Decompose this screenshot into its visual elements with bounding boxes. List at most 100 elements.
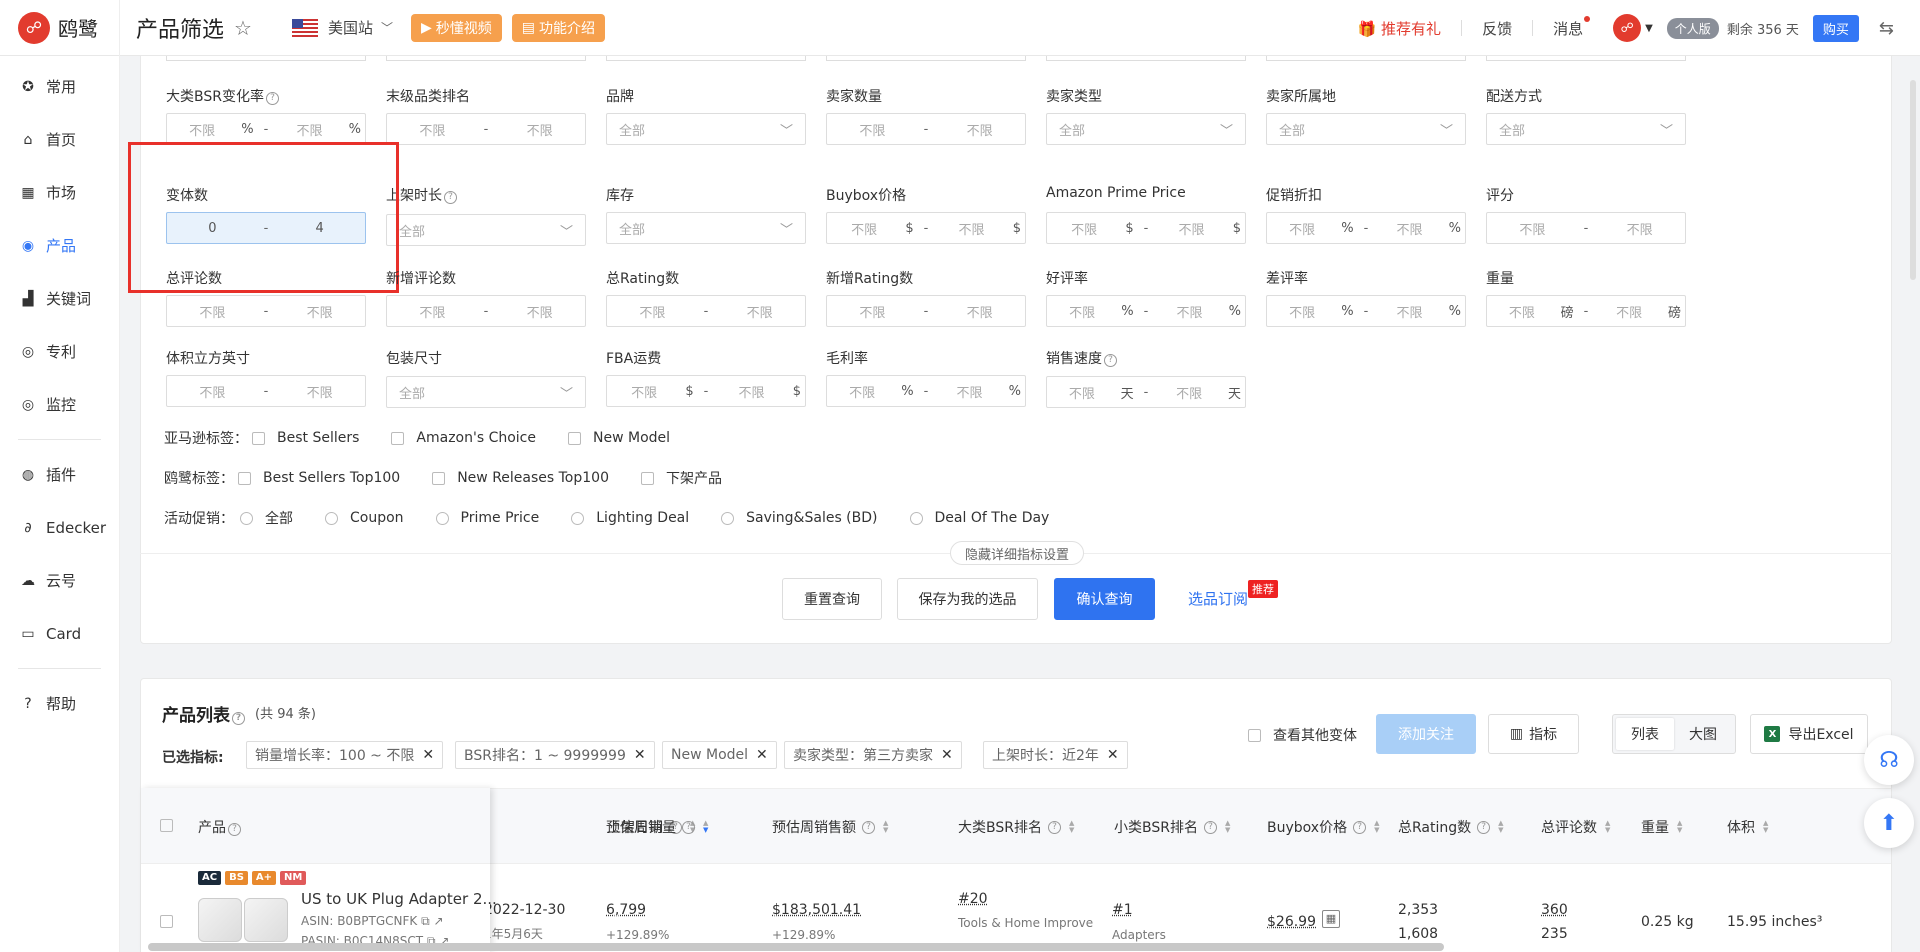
column-weekly-revenue[interactable]: 预估周销售额? ▲ ▼ [772,817,888,837]
cell-bsr-sub[interactable]: #1 [1112,902,1133,918]
sidebar-item-help[interactable]: ? 帮助 [0,677,119,730]
column-buybox[interactable]: Buybox价格? ▲ ▼ [1267,817,1379,837]
vertical-scrollbar[interactable] [1910,80,1916,280]
feature-intro-button[interactable]: ▤ 功能介绍 [511,13,605,42]
sidebar-item-home[interactable]: ⌂ 首页 [0,113,119,166]
column-weight[interactable]: 重量 ▲ ▼ [1641,817,1682,837]
close-icon[interactable]: ✕ [941,747,953,763]
cell-weekly-revenue[interactable]: $183,501.41 [772,902,861,918]
promo-lighting-deal[interactable]: Lighting Deal [571,510,689,526]
column-bsr-sub[interactable]: 小类BSR排名? ▲ ▼ [1114,817,1230,837]
total-ratings-range[interactable]: 不限 - 不限 [606,295,806,327]
chevron-down-icon[interactable]: ﹀ [381,19,393,36]
hide-detail-toggle[interactable]: 隐藏详细指标设置 [950,541,1085,565]
close-icon[interactable]: ✕ [634,747,646,763]
switch-icon[interactable]: ⇆ [1879,18,1894,39]
favorite-star-icon[interactable]: ☆ [234,16,252,40]
reset-button[interactable]: 重置查询 [782,578,882,620]
bad-rate-range[interactable]: 不限% - 不限% [1266,295,1466,327]
rating-range[interactable]: 不限 - 不限 [1486,212,1686,244]
cell-bsr-main[interactable]: #20 [958,891,988,907]
sidebar-item-edecker[interactable]: ∂ Edecker [0,501,119,554]
promo-all[interactable]: 全部 [240,508,293,528]
selected-tag[interactable]: 上架时长：近2年 ✕ [983,741,1128,769]
new-reviews-range[interactable]: 不限 - 不限 [386,295,586,327]
listing-age-select[interactable]: 全部 ﹀ [386,214,586,246]
total-reviews-range[interactable]: 不限 - 不限 [166,295,366,327]
bsr-change-range[interactable]: 不限% - 不限% [166,113,366,145]
video-button[interactable]: ▶ 秒懂视频 [410,13,502,42]
horizontal-scrollbar[interactable] [148,943,1444,951]
sidebar-item-product[interactable]: ◉ 产品 [0,219,119,272]
calculator-icon[interactable]: ▦ [1322,910,1340,928]
tag-best-sellers[interactable]: Best Sellers [252,430,359,446]
add-follow-button[interactable]: 添加关注 [1376,714,1476,754]
feedback-link[interactable]: 反馈 [1482,18,1512,39]
subscribe-link[interactable]: 选品订阅 [1188,588,1248,609]
tag-best-sellers-top100[interactable]: Best Sellers Top100 [238,470,400,486]
seller-count-range[interactable]: 不限 - 不限 [826,113,1026,145]
cell-buybox[interactable]: $26.99 [1267,914,1316,930]
tag-new-model[interactable]: New Model [568,430,670,446]
sidebar-item-patent[interactable]: ◎ 专利 [0,325,119,378]
close-icon[interactable]: ✕ [756,747,768,763]
tag-amazons-choice[interactable]: Amazon's Choice [391,430,536,446]
promo-coupon[interactable]: Coupon [325,510,404,526]
cell-weekly-sales[interactable]: 6,799 [606,902,646,918]
weight-range[interactable]: 不限磅 - 不限磅 [1486,295,1686,327]
discount-range[interactable]: 不限% - 不限% [1266,212,1466,244]
row-checkbox[interactable] [160,915,173,928]
good-rate-range[interactable]: 不限% - 不限% [1046,295,1246,327]
tag-new-releases-top100[interactable]: New Releases Top100 [432,470,609,486]
buybox-price-range[interactable]: 不限 $ - 不限 $ [826,212,1026,244]
selected-tag[interactable]: New Model ✕ [662,741,777,769]
sidebar-item-monitor[interactable]: ◎ 监控 [0,378,119,431]
seller-location-select[interactable]: 全部 ﹀ [1266,113,1466,145]
selected-tag[interactable]: BSR排名：1 ~ 9999999 ✕ [455,741,655,769]
sidebar-item-market[interactable]: ▦ 市场 [0,166,119,219]
fba-fee-range[interactable]: 不限 $ - 不限 $ [606,375,806,407]
buy-button[interactable]: 购买 [1812,14,1859,42]
back-to-top-icon[interactable]: ⬆ [1864,798,1914,848]
cell-reviews[interactable]: 360 [1541,902,1568,918]
column-bsr-main[interactable]: 大类BSR排名? ▲ ▼ [958,817,1074,837]
product-title[interactable]: US to UK Plug Adapter 2... [301,890,497,908]
site-selector[interactable]: 美国站 [328,17,373,38]
column-ratings[interactable]: 总Rating数? ▲ ▼ [1398,817,1504,837]
sales-speed-range[interactable]: 不限天 - 不限天 [1046,376,1246,408]
confirm-query-button[interactable]: 确认查询 [1054,578,1155,620]
help-icon[interactable]: ? [444,191,457,204]
sidebar-item-card[interactable]: ▭ Card [0,607,119,660]
seller-type-select[interactable]: 全部 ﹀ [1046,113,1246,145]
selected-tag[interactable]: 卖家类型：第三方卖家 ✕ [784,741,962,769]
sidebar-item-plugin[interactable]: ◍ 插件 [0,448,119,501]
prime-price-range[interactable]: 不限 $ - 不限 $ [1046,212,1246,244]
save-selection-button[interactable]: 保存为我的选品 [897,578,1038,620]
package-select[interactable]: 全部 ﹀ [386,376,586,408]
column-reviews[interactable]: 总评论数 ▲ ▼ [1541,817,1610,837]
messages-link[interactable]: 消息 [1553,15,1591,39]
help-icon[interactable]: ? [232,712,245,725]
volume-range[interactable]: 不限 - 不限 [166,375,366,407]
metrics-button[interactable]: ▥ 指标 [1488,714,1579,754]
product-thumbnail[interactable] [198,898,242,942]
customer-service-icon[interactable]: ☊ [1864,735,1914,785]
new-ratings-range[interactable]: 不限 - 不限 [826,295,1026,327]
view-big-tab[interactable]: 大图 [1674,718,1732,750]
avatar[interactable]: ☍ [1613,14,1642,42]
promo-deal-of-day[interactable]: Deal Of The Day [909,510,1049,526]
export-excel-button[interactable]: X 导出Excel [1750,714,1868,754]
sidebar-item-keyword[interactable]: ▟ 关键词 [0,272,119,325]
product-thumbnail[interactable] [244,898,288,942]
other-variants-toggle[interactable]: 查看其他变体 [1248,725,1357,745]
close-icon[interactable]: ✕ [422,747,434,763]
sidebar-item-cloud[interactable]: ☁ 云号 [0,554,119,607]
promo-saving-sales[interactable]: Saving&Sales (BD) [721,510,878,526]
logo[interactable]: ☍ 鸥鹭 [0,0,120,56]
promo-prime-price[interactable]: Prime Price [435,510,539,526]
avatar-dropdown-icon[interactable]: ▼ [1645,23,1653,34]
margin-range[interactable]: 不限% - 不限% [826,375,1026,407]
delivery-select[interactable]: 全部 ﹀ [1486,113,1686,145]
tag-delisted[interactable]: 下架产品 [640,468,722,488]
brand-select[interactable]: 全部 ﹀ [606,113,806,145]
